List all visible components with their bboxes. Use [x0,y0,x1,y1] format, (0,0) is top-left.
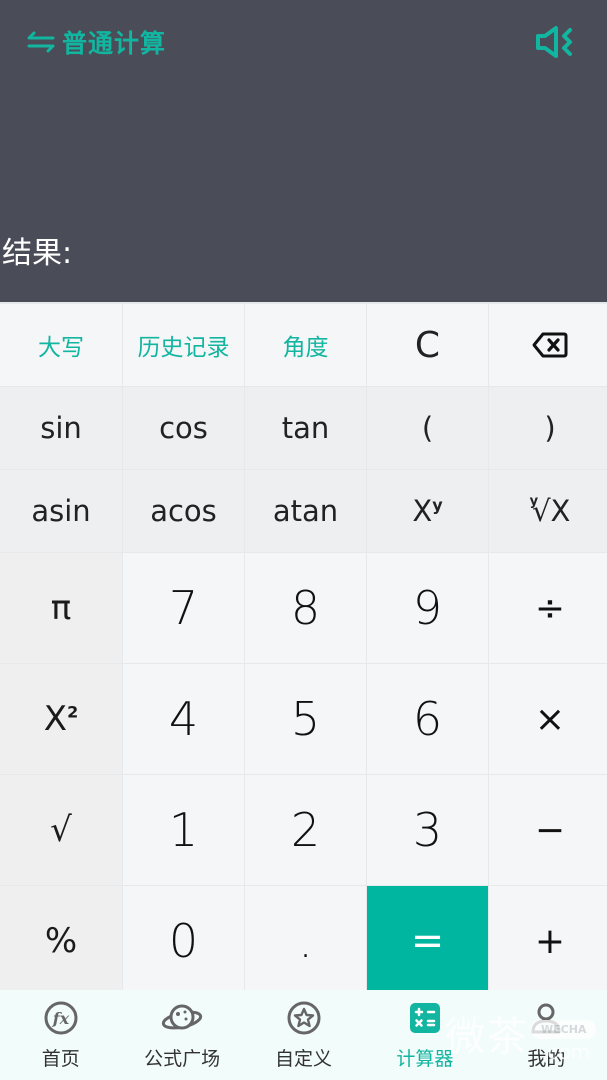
mode-label: 普通计算 [62,29,167,58]
decimal-button[interactable]: . [245,886,366,996]
asin-label: asin [31,494,91,528]
result-label: 结果: [2,236,73,271]
tab-home[interactable]: fx 首页 [0,990,121,1080]
digit-2-button[interactable]: 2 [245,775,366,885]
equals-label: = [410,918,445,964]
divide-button[interactable]: ÷ [489,553,607,663]
digit-1-label: 1 [168,803,199,857]
digit-0-button[interactable]: 0 [123,886,244,996]
equals-button[interactable]: = [367,886,488,996]
tab-calculator-label: 计算器 [396,1048,454,1070]
open-paren-button[interactable]: ( [367,387,488,469]
star-circle-icon [287,1001,321,1035]
tab-home-label: 首页 [41,1048,80,1070]
acos-button[interactable]: acos [123,470,244,552]
plus-label: + [534,920,566,962]
square-button[interactable]: X2 [0,664,122,774]
percent-button[interactable]: % [0,886,122,996]
square-label: X2 [43,699,79,739]
minus-button[interactable]: − [489,775,607,885]
history-label: 历史记录 [137,335,230,361]
nth-root-button[interactable]: y√X [489,470,607,552]
history-button[interactable]: 历史记录 [123,304,244,386]
digit-8-button[interactable]: 8 [245,553,366,663]
sin-button[interactable]: sin [0,387,122,469]
digit-4-button[interactable]: 4 [123,664,244,774]
digit-4-label: 4 [168,692,199,746]
digit-0-label: 0 [168,914,199,968]
asin-button[interactable]: asin [0,470,122,552]
digit-8-label: 8 [290,581,321,635]
nth-root-label: y√X [529,494,571,528]
digit-7-button[interactable]: 7 [123,553,244,663]
user-icon [531,1003,561,1034]
speaker-mute-icon [536,26,572,58]
fx-circle-icon: fx [44,1001,78,1035]
multiply-label: × [534,698,566,740]
digit-5-label: 5 [290,692,321,746]
acos-label: acos [150,494,217,528]
atan-label: atan [272,494,339,528]
decimal-label: . [298,914,313,968]
cos-label: cos [159,411,208,445]
open-paren-label: ( [421,411,434,445]
power-label: Xy [412,494,443,528]
tan-label: tan [281,411,330,445]
minus-label: − [534,809,566,851]
digit-6-button[interactable]: 6 [367,664,488,774]
digit-5-button[interactable]: 5 [245,664,366,774]
tan-button[interactable]: tan [245,387,366,469]
power-button[interactable]: Xy [367,470,488,552]
calculator-icon [409,1003,440,1033]
display-area: 普通计算 结果: [0,0,607,302]
digit-3-button[interactable]: 3 [367,775,488,885]
backspace-icon [532,332,568,358]
keypad: 大写 历史记录 角度 C sin cos tan ( ) asin acos a… [0,302,607,996]
divide-label: ÷ [534,587,566,629]
uppercase-button[interactable]: 大写 [0,304,122,386]
planet-icon [161,1004,203,1030]
close-paren-button[interactable]: ) [489,387,607,469]
digit-9-label: 9 [412,581,443,635]
tab-mine-label: 我的 [527,1048,566,1070]
svg-text:fx: fx [51,1009,69,1028]
atan-button[interactable]: atan [245,470,366,552]
swap-arrows-icon [27,31,55,53]
digit-1-button[interactable]: 1 [123,775,244,885]
pi-label: π [50,588,72,628]
plus-button[interactable]: + [489,886,607,996]
multiply-button[interactable]: × [489,664,607,774]
tab-custom[interactable]: 自定义 [243,990,364,1080]
tab-mine[interactable]: 我的 [486,990,607,1080]
digit-2-label: 2 [290,803,321,857]
sound-toggle-button[interactable] [534,24,578,60]
clear-button[interactable]: C [367,304,488,386]
pi-button[interactable]: π [0,553,122,663]
uppercase-label: 大写 [38,335,84,361]
digit-6-label: 6 [412,692,443,746]
digit-9-button[interactable]: 9 [367,553,488,663]
sin-label: sin [40,411,82,445]
angle-mode-button[interactable]: 角度 [245,304,366,386]
clear-label: C [414,324,441,366]
tab-formula-square[interactable]: 公式广场 [121,990,242,1080]
digit-3-label: 3 [412,803,443,857]
tab-formula-square-label: 公式广场 [144,1048,221,1070]
bottom-tab-bar: fx 首页 公式广场 自定义 计算器 我的 [0,990,607,1080]
tab-calculator[interactable]: 计算器 [364,990,485,1080]
angle-mode-label: 角度 [282,335,329,361]
backspace-button[interactable] [489,304,607,386]
sqrt-button[interactable]: √ [0,775,122,885]
tab-custom-label: 自定义 [275,1048,333,1070]
sqrt-label: √ [50,810,72,850]
close-paren-label: ) [544,411,556,445]
cos-button[interactable]: cos [123,387,244,469]
digit-7-label: 7 [168,581,199,635]
percent-label: % [44,921,78,961]
mode-switch-button[interactable]: 普通计算 [26,24,166,60]
